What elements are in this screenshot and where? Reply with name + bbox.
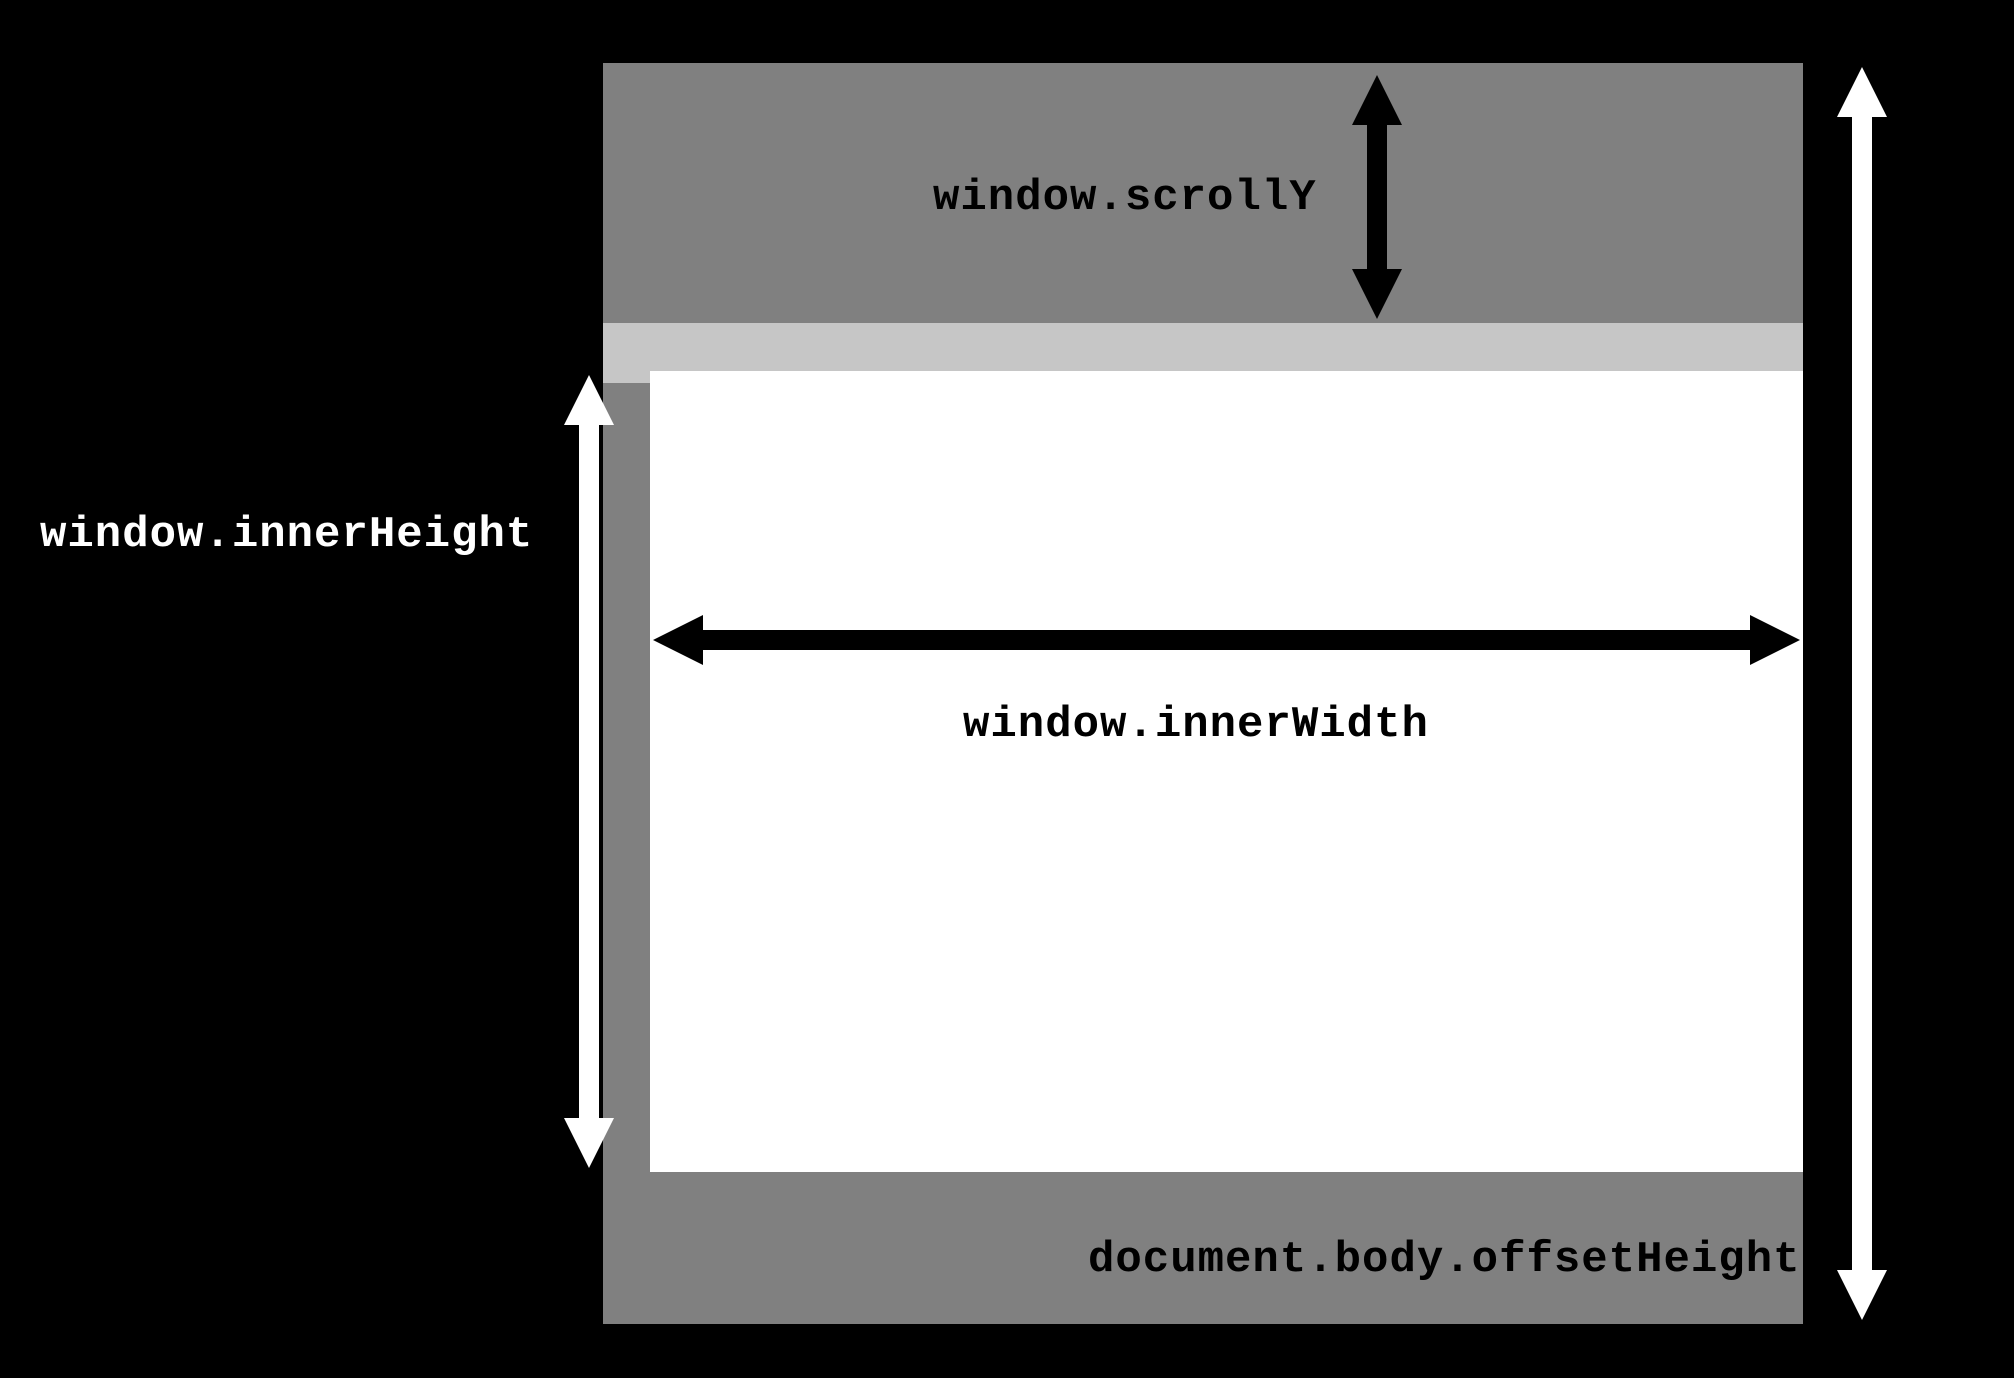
arrow-inner-height <box>557 375 621 1168</box>
arrow-offset-height <box>1830 67 1894 1320</box>
label-inner-height: window.innerHeight <box>40 510 533 560</box>
arrow-scroll-y <box>1345 75 1409 319</box>
viewport-box <box>650 371 1803 1172</box>
label-scroll-y: window.scrollY <box>933 173 1317 223</box>
label-offset-height: document.body.offsetHeight <box>1088 1235 1801 1285</box>
label-inner-width: window.innerWidth <box>963 700 1429 750</box>
arrow-inner-width <box>653 608 1800 672</box>
